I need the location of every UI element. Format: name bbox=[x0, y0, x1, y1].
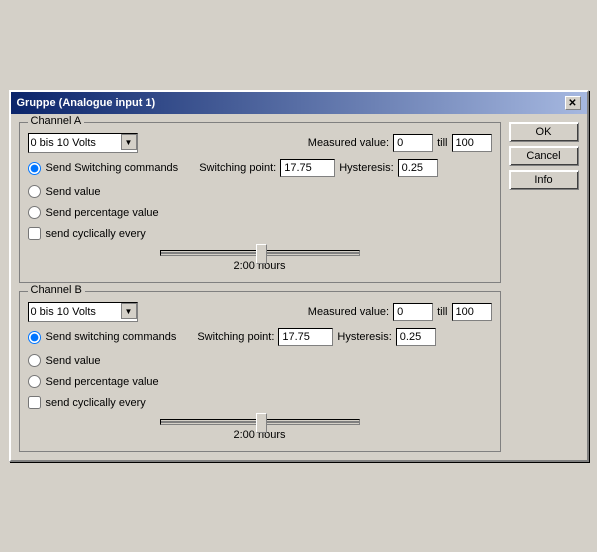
channel-b-slider-track[interactable] bbox=[160, 419, 360, 425]
channel-b-measured-row: Measured value: till bbox=[308, 303, 492, 321]
channel-a-measured-from[interactable] bbox=[393, 134, 433, 152]
channel-b-radio2-label: Send value bbox=[46, 355, 101, 367]
channel-a-till-label: till bbox=[437, 137, 447, 149]
channel-b-radio1-row: Send switching commands Switching point:… bbox=[28, 326, 492, 348]
channel-a-slider-area: 2:00 hours bbox=[28, 248, 492, 274]
channel-a-radio2[interactable] bbox=[28, 185, 41, 198]
close-button[interactable]: ✕ bbox=[565, 96, 581, 110]
channel-b-content: 0 bis 10 Volts 0 bis 5 Volts 0 bis 20 mA… bbox=[28, 302, 492, 443]
channel-b-radio3-row: Send percentage value bbox=[28, 373, 492, 390]
channel-b-voltage-select[interactable]: 0 bis 10 Volts 0 bis 5 Volts 0 bis 20 mA bbox=[28, 302, 138, 322]
channel-a-slider-thumb[interactable] bbox=[256, 244, 267, 264]
channel-a-radio3-label: Send percentage value bbox=[46, 207, 159, 219]
info-button[interactable]: Info bbox=[509, 170, 579, 190]
channel-b-radio1-label: Send switching commands bbox=[46, 331, 177, 343]
channel-b-radio3-label: Send percentage value bbox=[46, 376, 159, 388]
channel-a-checkbox-row: send cyclically every bbox=[28, 225, 492, 242]
channel-a-measured-label: Measured value: bbox=[308, 137, 389, 149]
channel-a-switching-value[interactable] bbox=[280, 159, 335, 177]
channel-a-radio3[interactable] bbox=[28, 206, 41, 219]
channel-a-legend: Channel A bbox=[28, 115, 85, 127]
channel-b-measured-to[interactable] bbox=[452, 303, 492, 321]
channel-b-group: Channel B 0 bis 10 Volts 0 bis 5 Volts 0… bbox=[19, 291, 501, 452]
ok-button[interactable]: OK bbox=[509, 122, 579, 142]
title-bar: Gruppe (Analogue input 1) ✕ bbox=[11, 92, 587, 114]
side-buttons: OK Cancel Info bbox=[509, 122, 579, 452]
channel-a-switching-row: Switching point: Hysteresis: bbox=[199, 159, 437, 177]
window-title: Gruppe (Analogue input 1) bbox=[17, 97, 156, 109]
channel-b-voltage-wrapper: 0 bis 10 Volts 0 bis 5 Volts 0 bis 20 mA… bbox=[28, 302, 138, 322]
cancel-button[interactable]: Cancel bbox=[509, 146, 579, 166]
channel-b-measured-label: Measured value: bbox=[308, 306, 389, 318]
channel-b-top-row: 0 bis 10 Volts 0 bis 5 Volts 0 bis 20 mA… bbox=[28, 302, 492, 322]
channel-a-voltage-wrapper: 0 bis 10 Volts 0 bis 5 Volts 0 bis 20 mA… bbox=[28, 133, 138, 153]
channel-a-radio2-label: Send value bbox=[46, 186, 101, 198]
channel-a-radio1-row: Send Switching commands Switching point:… bbox=[28, 157, 492, 179]
channel-b-radio2[interactable] bbox=[28, 354, 41, 367]
channel-b-till-label: till bbox=[437, 306, 447, 318]
channel-a-switching-label: Switching point: bbox=[199, 162, 276, 174]
channel-b-slider-thumb[interactable] bbox=[256, 413, 267, 433]
channel-b-legend: Channel B bbox=[28, 284, 85, 296]
channel-b-hysteresis-value[interactable] bbox=[396, 328, 436, 346]
channel-a-measured-to[interactable] bbox=[452, 134, 492, 152]
channel-a-checkbox-label: send cyclically every bbox=[46, 228, 146, 240]
channel-a-checkbox[interactable] bbox=[28, 227, 41, 240]
channel-b-switching-value[interactable] bbox=[278, 328, 333, 346]
channel-b-radio2-row: Send value bbox=[28, 352, 492, 369]
channel-b-slider-area: 2:00 hours bbox=[28, 417, 492, 443]
channel-a-top-row: 0 bis 10 Volts 0 bis 5 Volts 0 bis 20 mA… bbox=[28, 133, 492, 153]
channel-b-radio1[interactable] bbox=[28, 331, 41, 344]
channel-a-measured-row: Measured value: till bbox=[308, 134, 492, 152]
main-area: Channel A 0 bis 10 Volts 0 bis 5 Volts 0… bbox=[19, 122, 501, 452]
channel-b-radio3[interactable] bbox=[28, 375, 41, 388]
channel-b-checkbox-row: send cyclically every bbox=[28, 394, 492, 411]
window-content: Channel A 0 bis 10 Volts 0 bis 5 Volts 0… bbox=[11, 114, 587, 460]
main-window: Gruppe (Analogue input 1) ✕ Channel A 0 … bbox=[9, 90, 589, 462]
channel-b-measured-from[interactable] bbox=[393, 303, 433, 321]
channel-a-radio1[interactable] bbox=[28, 162, 41, 175]
channel-a-hysteresis-label: Hysteresis: bbox=[339, 162, 393, 174]
channel-b-checkbox[interactable] bbox=[28, 396, 41, 409]
channel-a-hysteresis-value[interactable] bbox=[398, 159, 438, 177]
channel-a-slider-track[interactable] bbox=[160, 250, 360, 256]
channel-b-hysteresis-label: Hysteresis: bbox=[337, 331, 391, 343]
channel-b-checkbox-label: send cyclically every bbox=[46, 397, 146, 409]
channel-a-group: Channel A 0 bis 10 Volts 0 bis 5 Volts 0… bbox=[19, 122, 501, 283]
channel-a-radio3-row: Send percentage value bbox=[28, 204, 492, 221]
channel-a-voltage-select[interactable]: 0 bis 10 Volts 0 bis 5 Volts 0 bis 20 mA bbox=[28, 133, 138, 153]
channel-a-content: 0 bis 10 Volts 0 bis 5 Volts 0 bis 20 mA… bbox=[28, 133, 492, 274]
channel-b-switching-row: Switching point: Hysteresis: bbox=[197, 328, 435, 346]
channel-b-switching-label: Switching point: bbox=[197, 331, 274, 343]
channel-a-radio1-label: Send Switching commands bbox=[46, 162, 179, 174]
channel-a-radio2-row: Send value bbox=[28, 183, 492, 200]
